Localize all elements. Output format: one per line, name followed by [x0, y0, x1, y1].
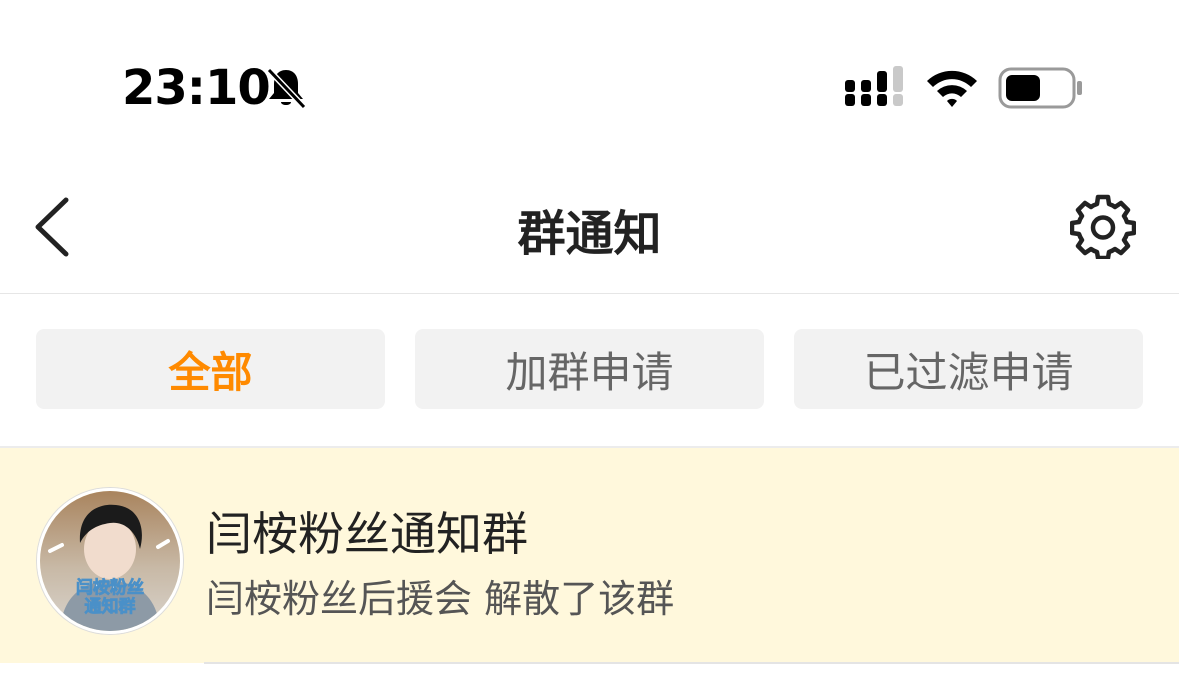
tab-filtered-requests[interactable]: 已过滤申请: [794, 329, 1143, 409]
tab-join-requests[interactable]: 加群申请: [415, 329, 764, 409]
row-divider: [204, 662, 1179, 664]
battery-icon: [998, 67, 1082, 109]
status-time: 23:10: [122, 60, 271, 116]
gear-icon[interactable]: [1070, 193, 1136, 259]
status-bar: 23:10: [0, 0, 1179, 150]
tab-bar: 全部 加群申请 已过滤申请: [0, 294, 1179, 448]
avatar-caption-line2: 通知群: [85, 596, 136, 617]
bell-slash-icon: [266, 67, 307, 110]
notification-description: 闫桉粉丝后援会 解散了该群: [206, 577, 675, 621]
avatar-image: 闫桉粉丝 通知群: [40, 491, 180, 631]
notification-item[interactable]: 闫桉粉丝 通知群 闫桉粉丝通知群 闫桉粉丝后援会 解散了该群: [0, 448, 1179, 663]
wifi-icon: [927, 70, 977, 107]
cellular-signal-icon: [845, 66, 903, 106]
nav-bar: 群通知: [0, 150, 1179, 294]
group-avatar[interactable]: 闫桉粉丝 通知群: [37, 488, 183, 634]
tab-all[interactable]: 全部: [36, 329, 385, 409]
screen: 23:10 群通知 全部 加群申请 已过滤申请 闫桉粉丝 通知群 闫桉粉丝通知群…: [0, 0, 1179, 683]
page-title: 群通知: [517, 206, 662, 262]
group-name: 闫桉粉丝通知群: [206, 507, 528, 561]
avatar-caption-line1: 闫桉粉丝: [76, 577, 144, 598]
